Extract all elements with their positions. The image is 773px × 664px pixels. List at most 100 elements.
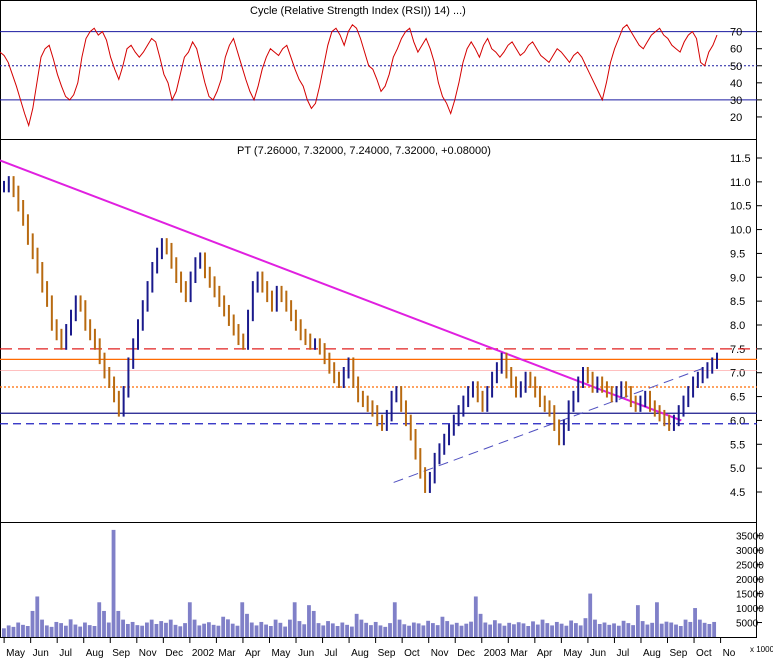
price-ytick-label-5.5: 5.5 xyxy=(730,439,745,451)
rsi-ytick-label-60: 60 xyxy=(730,44,742,56)
price-ytick-label-6: 6.0 xyxy=(730,415,745,427)
volume-bar-6 xyxy=(30,610,35,637)
volume-bar-38 xyxy=(183,623,187,637)
volume-bar-140 xyxy=(669,622,674,637)
price-ytick-label-7.5: 7.5 xyxy=(730,344,745,356)
volume-bar-113 xyxy=(540,619,545,637)
x-label-21: May xyxy=(563,648,582,659)
volume-bar-75 xyxy=(359,619,364,637)
volume-bar-46 xyxy=(221,616,226,637)
volume-bar-49 xyxy=(235,625,240,637)
volume-bar-147 xyxy=(702,622,707,637)
x-label-19: Mar xyxy=(510,648,528,659)
volume-bar-112 xyxy=(535,624,540,637)
price-panel: 4.5 5.0 5.5 6.0 6.5 7.0 7.5 8.0 8.5 9.0 9.5 10.0 10.… xyxy=(0,153,762,499)
volume-bar-88 xyxy=(421,625,426,637)
volume-bar-0 xyxy=(2,628,6,637)
volume-ytick-label-15000: 15000 xyxy=(736,590,764,601)
x-label-3: Aug xyxy=(86,648,104,659)
volume-bar-109 xyxy=(521,623,526,637)
volume-bar-60 xyxy=(288,619,292,637)
price-ytick-label-5: 5.0 xyxy=(730,463,745,475)
volume-bar-141 xyxy=(674,624,678,637)
volume-bar-76 xyxy=(364,622,369,637)
volume-bar-124 xyxy=(593,619,597,637)
volume-bar-90 xyxy=(431,623,435,637)
volume-bar-146 xyxy=(697,619,702,637)
volume-bar-11 xyxy=(54,621,59,637)
volume-ytick-label-25000: 25000 xyxy=(736,561,764,572)
volume-bar-136 xyxy=(650,622,655,637)
x-label-15: Oct xyxy=(404,648,420,659)
volume-bar-24 xyxy=(116,610,121,637)
volume-bar-12 xyxy=(59,623,64,637)
volume-bar-61 xyxy=(292,602,297,637)
x-label-23: Jul xyxy=(616,648,629,659)
volume-bar-142 xyxy=(678,626,683,637)
volume-bar-50 xyxy=(240,602,245,637)
volume-bar-27 xyxy=(130,621,135,637)
volume-bar-132 xyxy=(631,625,636,637)
x-label-26: Oct xyxy=(696,648,712,659)
volume-bar-79 xyxy=(378,625,383,637)
volume-bar-52 xyxy=(249,622,254,637)
volume-bar-105 xyxy=(502,625,507,637)
volume-bar-59 xyxy=(283,626,288,637)
volume-bar-47 xyxy=(226,619,230,637)
volume-bar-25 xyxy=(121,619,125,637)
price-ytick-label-10: 10.0 xyxy=(730,225,751,237)
volume-bar-31 xyxy=(149,619,154,637)
volume-bar-127 xyxy=(607,624,612,637)
volume-bar-115 xyxy=(550,625,554,637)
volume-bar-54 xyxy=(259,621,264,637)
volume-bar-73 xyxy=(349,626,354,637)
x-label-9: Apr xyxy=(245,648,261,659)
volume-bar-18 xyxy=(87,625,92,637)
volume-bar-111 xyxy=(531,621,535,637)
volume-bar-107 xyxy=(512,624,516,637)
volume-bar-104 xyxy=(497,623,502,637)
volume-bar-114 xyxy=(545,623,550,637)
volume-bar-148 xyxy=(707,623,712,637)
volume-bar-82 xyxy=(392,602,397,637)
volume-bar-84 xyxy=(402,624,407,637)
x-label-7: 2002 xyxy=(192,648,215,659)
volume-bar-94 xyxy=(450,624,454,637)
volume-bar-23 xyxy=(111,529,116,637)
volume-bar-81 xyxy=(388,623,392,637)
volume-bar-137 xyxy=(655,602,659,637)
volume-bar-72 xyxy=(345,624,350,637)
x-label-13: Aug xyxy=(351,648,369,659)
volume-bar-42 xyxy=(202,623,207,637)
volume-bar-119 xyxy=(569,620,574,637)
volume-bar-10 xyxy=(49,626,54,637)
volume-bar-20 xyxy=(97,602,102,637)
volume-bar-143 xyxy=(683,619,688,637)
rsi-ytick-label-30: 30 xyxy=(730,95,742,107)
volume-bar-19 xyxy=(92,626,97,637)
volume-bar-135 xyxy=(645,624,650,637)
volume-bar-130 xyxy=(621,620,626,637)
chart-stage: 20 30 40 50 60 70 4.5 5.0 5.5 6.0 6.5 7.0 7.5 8.0 8.5… xyxy=(0,0,773,659)
volume-bar-68 xyxy=(326,621,330,637)
volume-bar-35 xyxy=(168,619,173,637)
volume-bar-102 xyxy=(488,624,493,637)
volume-bar-149 xyxy=(712,621,717,637)
volume-bar-3 xyxy=(16,622,21,637)
volume-bar-118 xyxy=(564,625,569,637)
x-label-22: Jun xyxy=(590,648,606,659)
x-label-20: Apr xyxy=(537,648,553,659)
volume-bar-77 xyxy=(369,625,373,637)
price-ytick-label-6.5: 6.5 xyxy=(730,392,745,404)
volume-bar-120 xyxy=(574,623,578,637)
volume-bar-28 xyxy=(135,625,140,637)
volume-bar-103 xyxy=(492,620,497,637)
stock-chart: 20 30 40 50 60 70 4.5 5.0 5.5 6.0 6.5 7.0 7.5 8.0 8.5… xyxy=(0,0,773,659)
rsi-ytick-label-70: 70 xyxy=(730,27,742,39)
volume-bar-51 xyxy=(245,613,249,637)
volume-bar-131 xyxy=(626,623,631,637)
volume-bar-33 xyxy=(159,621,164,637)
volume-bar-69 xyxy=(330,623,335,637)
volume-bar-91 xyxy=(435,625,440,637)
volume-bar-85 xyxy=(407,625,411,637)
